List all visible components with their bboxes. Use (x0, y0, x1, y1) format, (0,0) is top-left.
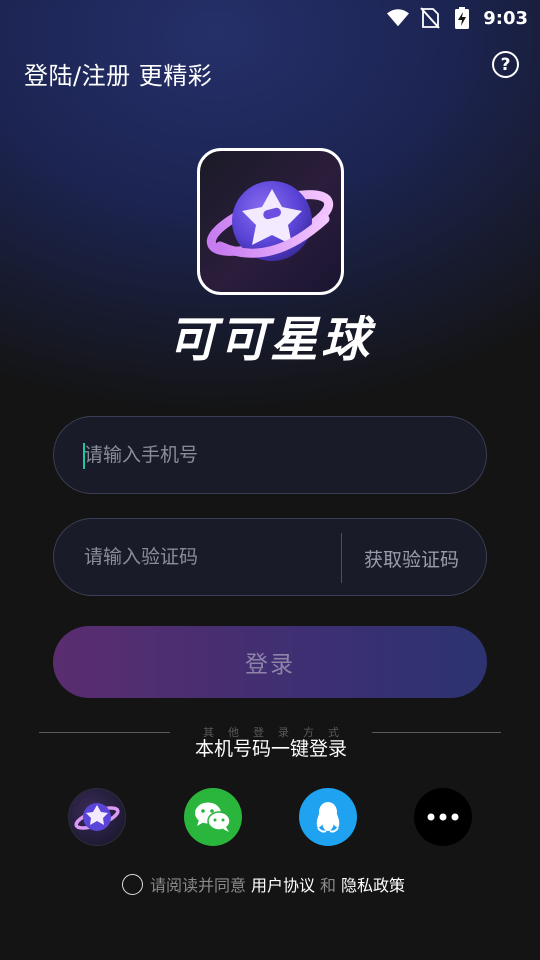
planet-star-logo-icon (206, 181, 334, 261)
onekey-login-button[interactable]: 本机号码一键登录 (170, 734, 372, 761)
field-divider (341, 533, 342, 583)
wifi-icon (387, 7, 410, 29)
wechat-login-button[interactable] (184, 788, 242, 846)
qq-penguin-icon (316, 802, 340, 833)
phone-field[interactable] (53, 416, 487, 494)
get-code-button[interactable]: 获取验证码 (364, 519, 459, 597)
divider-right (372, 732, 501, 733)
status-bar: 9:03 (0, 0, 540, 36)
verification-code-input[interactable] (84, 546, 334, 568)
more-login-button[interactable] (414, 788, 472, 846)
app-logo (197, 148, 344, 295)
divider-left (39, 732, 170, 733)
app-login-button[interactable] (68, 788, 126, 846)
battery-charging-icon (451, 7, 473, 29)
help-circle-icon: ? (500, 54, 511, 75)
agreement-prefix: 请阅读并同意 (150, 876, 247, 895)
app-name: 可可星球 (167, 312, 372, 368)
text-caret (83, 443, 85, 469)
agreement-and: 和 (320, 876, 337, 895)
verification-code-field[interactable]: 获取验证码 (53, 518, 487, 596)
qq-login-button[interactable] (299, 788, 357, 846)
privacy-policy-link[interactable]: 隐私政策 (341, 872, 405, 896)
more-dots-icon (427, 813, 459, 821)
planet-star-logo-icon (74, 803, 120, 831)
page-title: 登陆/注册 更精彩 (24, 62, 213, 90)
user-agreement-link[interactable]: 用户协议 (251, 872, 315, 896)
login-button[interactable]: 登录 (53, 626, 487, 698)
no-sim-icon (419, 7, 441, 29)
phone-input[interactable] (84, 444, 486, 466)
agreement-row: 请阅读并同意 用户协议 和 隐私政策 (122, 873, 405, 895)
agreement-checkbox[interactable] (122, 873, 143, 895)
wechat-icon (195, 802, 231, 832)
help-button[interactable]: ? (492, 51, 519, 78)
status-time: 9:03 (483, 7, 528, 29)
